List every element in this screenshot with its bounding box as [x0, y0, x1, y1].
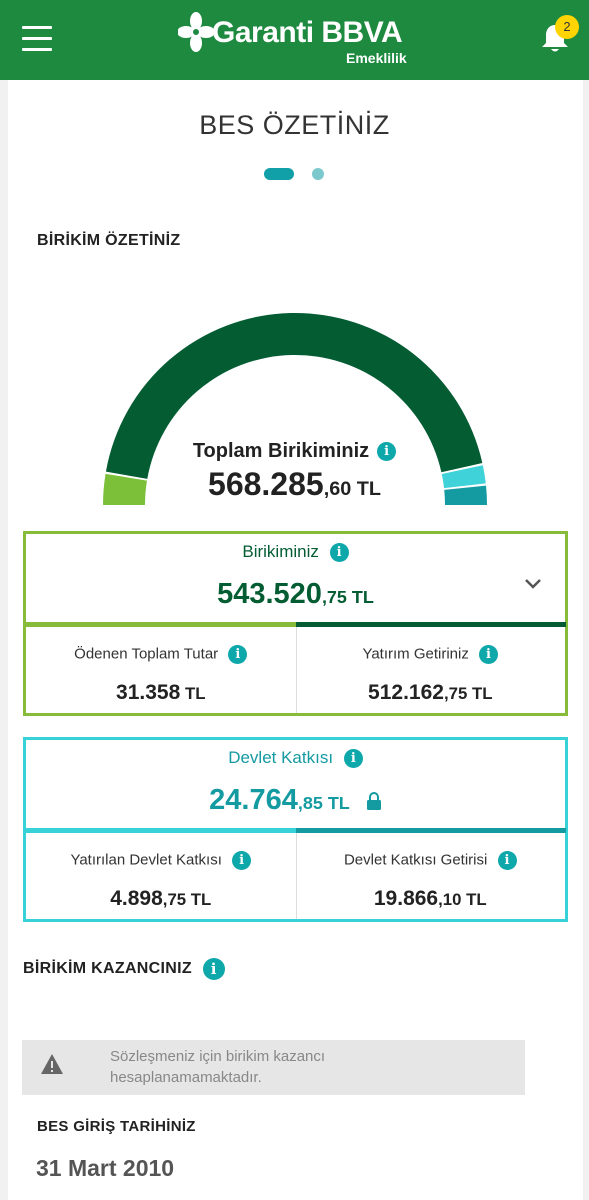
state-contribution-title-text: Devlet Katkısı	[228, 748, 334, 767]
invested-state-info-icon[interactable]: i	[232, 851, 252, 870]
earnings-info-icon[interactable]: i	[202, 958, 225, 980]
savings-summary-label: BİRİKİM ÖZETİNİZ	[37, 232, 181, 249]
state-return-value: 19.866,10 TL	[296, 887, 566, 911]
savings-box[interactable]: Birikiminiz i 543.520,75 TL Ödenen Topla…	[23, 531, 568, 716]
chevron-down-icon[interactable]	[523, 577, 543, 591]
earnings-section-label-text: BİRİKİM KAZANCINIZ	[23, 960, 192, 978]
invested-state-cell: Yatırılan Devlet Katkısı i 4.898,75 TL	[26, 833, 296, 919]
investment-return-title-text: Yatırım Getiriniz	[362, 645, 469, 663]
carousel-dot-2[interactable]	[312, 168, 324, 180]
savings-details: Ödenen Toplam Tutar i 31.358 TL Yatırım …	[26, 627, 565, 713]
lock-icon	[366, 792, 381, 811]
total-savings-value: 568.285,60 TL	[0, 466, 589, 503]
total-savings-info-icon[interactable]: i	[377, 442, 397, 462]
savings-title-text: Birikiminiz	[242, 542, 319, 561]
total-savings-title: Toplam Birikiminiz	[192, 440, 370, 462]
paid-total-title-text: Ödenen Toplam Tutar	[74, 645, 219, 663]
total-savings-main: 568.285	[208, 466, 324, 502]
clover-logo-icon	[178, 12, 214, 52]
state-return-cell: Devlet Katkısı Getirisi i 19.866,10 TL	[296, 833, 566, 919]
app-header: Garanti BBVA Emeklilik 2	[0, 0, 589, 80]
state-contribution-value: 24.764,85 TL	[26, 784, 565, 817]
entry-date-value: 31 Mart 2010	[36, 1155, 175, 1181]
paid-total-value-unit: TL	[180, 684, 206, 703]
warning-icon	[41, 1054, 63, 1074]
paid-total-info-icon[interactable]: i	[228, 645, 248, 664]
savings-info-icon[interactable]: i	[329, 543, 349, 563]
state-return-title-text: Devlet Katkısı Getirisi	[343, 851, 488, 869]
notification-count-badge: 2	[555, 15, 579, 39]
earnings-warning-box: Sözleşmeniz için birikim kazancı hesapla…	[22, 1040, 525, 1095]
earnings-section-label: BİRİKİM KAZANCINIZ i	[23, 958, 225, 980]
state-contribution-box[interactable]: Devlet Katkısı i 24.764,85 TL Yatırılan …	[23, 737, 568, 922]
paid-total-value: 31.358 TL	[26, 681, 296, 705]
earnings-warning-text: Sözleşmeniz için birikim kazancı hesapla…	[110, 1048, 326, 1086]
brand-name: Garanti BBVA	[212, 16, 403, 49]
savings-value-main: 543.520	[217, 578, 322, 610]
state-details: Yatırılan Devlet Katkısı i 4.898,75 TL D…	[26, 833, 565, 919]
state-contribution-value-main: 24.764	[209, 784, 298, 816]
state-contribution-title: Devlet Katkısı i	[26, 748, 565, 769]
invested-state-value-main: 4.898	[110, 887, 163, 910]
investment-return-title: Yatırım Getiriniz i	[296, 645, 566, 664]
state-contribution-info-icon[interactable]: i	[343, 749, 363, 769]
hamburger-menu-icon[interactable]	[22, 26, 52, 52]
brand-subtitle: Emeklilik	[346, 50, 407, 66]
investment-return-info-icon[interactable]: i	[479, 645, 499, 664]
invested-state-value: 4.898,75 TL	[26, 887, 296, 911]
savings-value: 543.520,75 TL	[26, 578, 565, 611]
investment-return-value: 512.162,75 TL	[296, 681, 566, 705]
invested-state-value-decimal: ,75 TL	[162, 890, 212, 909]
total-savings-label: Toplam Birikiminiz i	[0, 440, 589, 463]
savings-value-decimal: ,75 TL	[321, 587, 374, 607]
page-title: BES ÖZETİNİZ	[199, 110, 390, 140]
paid-total-value-main: 31.358	[116, 681, 181, 704]
state-return-title: Devlet Katkısı Getirisi i	[296, 851, 566, 870]
carousel-dot-1[interactable]	[264, 168, 294, 180]
paid-total-title: Ödenen Toplam Tutar i	[26, 645, 296, 664]
state-return-value-main: 19.866	[373, 887, 439, 910]
garanti-bbva-logo: Garanti BBVA Emeklilik	[178, 12, 418, 68]
paid-total-cell: Ödenen Toplam Tutar i 31.358 TL	[26, 627, 296, 713]
total-savings-decimal: ,60 TL	[323, 478, 381, 500]
entry-date-label: BES GİRİŞ TARİHİNİZ	[37, 1118, 196, 1135]
invested-state-title: Yatırılan Devlet Katkısı i	[26, 851, 296, 870]
investment-return-value-decimal: ,75 TL	[443, 684, 493, 703]
investment-return-value-main: 512.162	[368, 681, 444, 704]
investment-return-cell: Yatırım Getiriniz i 512.162,75 TL	[296, 627, 566, 713]
state-return-value-decimal: ,10 TL	[438, 890, 487, 909]
invested-state-title-text: Yatırılan Devlet Katkısı	[70, 851, 222, 869]
state-return-info-icon[interactable]: i	[497, 851, 517, 870]
state-contribution-value-decimal: ,85 TL	[297, 793, 350, 813]
savings-title: Birikiminiz i	[26, 542, 565, 563]
